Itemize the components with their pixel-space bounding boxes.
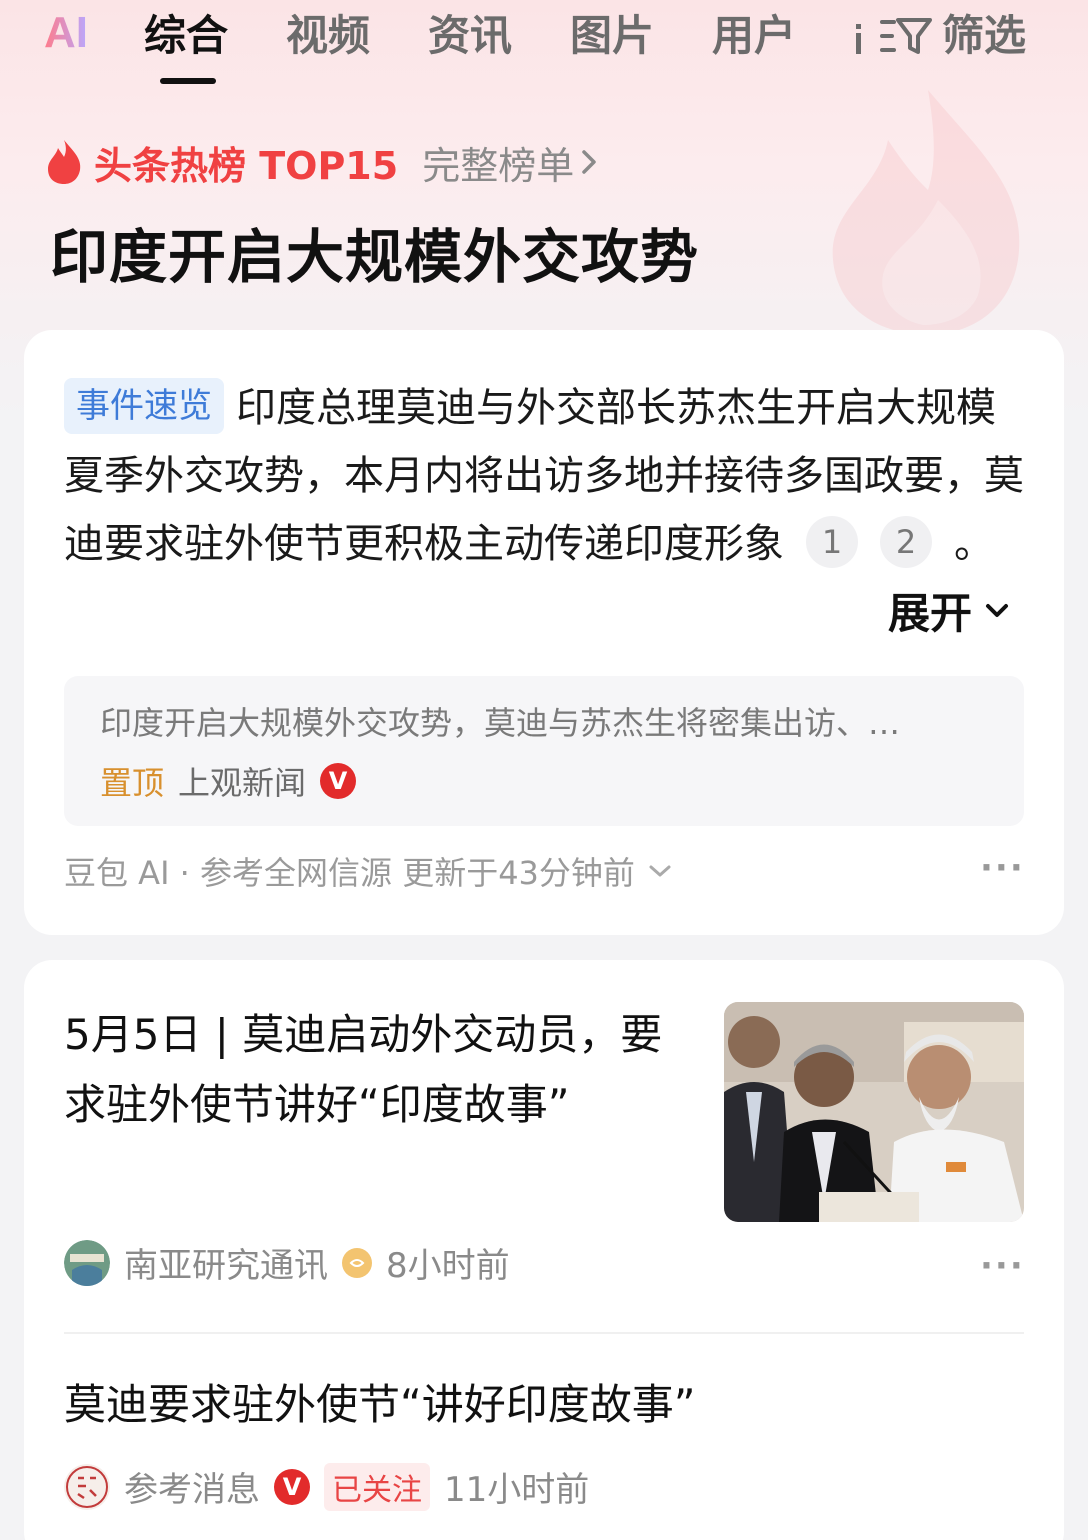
hot-list-label: 头条热榜 TOP15 — [94, 143, 399, 188]
news-source[interactable]: 南亚研究通讯 — [124, 1238, 328, 1287]
pinned-source: 上观新闻 — [178, 764, 307, 802]
summary-footer[interactable]: 豆包 AI · 参考全网信源 更新于43分钟前 — [64, 848, 675, 894]
tab-overflow-divider-icon — [856, 24, 861, 54]
source-avatar[interactable] — [64, 1239, 110, 1286]
page-title: 印度开启大规模外交攻势 — [50, 223, 700, 291]
followed-badge[interactable]: 已关注 — [324, 1462, 430, 1511]
gold-verified-icon — [342, 1247, 372, 1278]
event-summary-card: 事件速览 印度总理莫迪与外交部长苏杰生开启大规模夏季外交攻势，本月内将出访多地并接… — [24, 330, 1064, 935]
flame-decoration-icon — [832, 90, 1020, 335]
ai-tab[interactable]: AI — [44, 8, 88, 58]
pinned-article[interactable]: 印度开启大规模外交攻势，莫迪与苏杰生将密集出访、… 置顶 上观新闻 V — [64, 676, 1024, 826]
source-avatar-2[interactable] — [64, 1463, 110, 1510]
summary-source-info: 豆包 AI · 参考全网信源 更新于43分钟前 — [64, 854, 635, 892]
summary-text-block: 事件速览 印度总理莫迪与外交部长苏杰生开启大规模夏季外交攻势，本月内将出访多地并接… — [64, 374, 1024, 578]
event-overview-tag: 事件速览 — [64, 378, 224, 434]
full-list-link[interactable]: 完整榜单 — [422, 135, 604, 190]
full-list-label: 完整榜单 — [422, 143, 575, 188]
news-source-2[interactable]: 参考消息 — [124, 1462, 260, 1511]
pinned-meta: 置顶 上观新闻 V — [100, 758, 357, 804]
reference-badge-2[interactable]: 2 — [880, 516, 932, 568]
summary-end-punct: 。 — [954, 521, 994, 567]
filter-label: 筛选 — [942, 11, 1027, 60]
top-tab-bar: AI 综合 视频 资讯 图片 用户 筛选 — [0, 0, 1088, 90]
expand-button[interactable]: 展开 — [888, 580, 1012, 641]
news-title-2[interactable]: 莫迪要求驻外使节“讲好印度故事” — [64, 1370, 696, 1440]
verified-icon: V — [274, 1468, 310, 1505]
pinned-snippet: 印度开启大规模外交攻势，莫迪与苏杰生将密集出访、… — [100, 704, 901, 742]
filter-button[interactable]: 筛选 — [880, 6, 1026, 66]
pinned-tag: 置顶 — [100, 764, 165, 802]
divider — [64, 1332, 1024, 1334]
active-tab-indicator — [160, 78, 216, 84]
news-card: 5月5日 | 莫迪启动外交动员，要求驻外使节讲好“印度故事” 南亚研究通讯 8小… — [24, 960, 1064, 1540]
fire-icon — [48, 140, 81, 184]
news-meta-2: 参考消息 V 已关注 11小时前 — [64, 1462, 589, 1511]
news-meta: 南亚研究通讯 8小时前 — [64, 1238, 510, 1287]
news-title[interactable]: 5月5日 | 莫迪启动外交动员，要求驻外使节讲好“印度故事” — [64, 1000, 684, 1140]
tab-users[interactable]: 用户 — [712, 6, 796, 66]
more-options-icon[interactable]: ··· — [980, 1246, 1025, 1286]
more-options-icon[interactable]: ··· — [980, 848, 1025, 888]
news-time: 8小时前 — [386, 1246, 510, 1286]
chevron-down-icon — [649, 865, 671, 877]
hot-list-row[interactable]: 头条热榜 TOP15 完整榜单 — [44, 134, 604, 190]
tab-news[interactable]: 资讯 — [428, 6, 512, 66]
verified-icon: V — [320, 763, 357, 799]
news-thumbnail-image[interactable] — [724, 1002, 1024, 1222]
tab-video[interactable]: 视频 — [286, 6, 370, 66]
filter-icon — [880, 18, 932, 54]
chevron-right-icon — [582, 150, 596, 174]
reference-badge-1[interactable]: 1 — [806, 516, 858, 568]
tab-comprehensive[interactable]: 综合 — [144, 6, 228, 66]
news-time-2: 11小时前 — [444, 1470, 590, 1510]
expand-label: 展开 — [888, 589, 973, 638]
tab-images[interactable]: 图片 — [570, 6, 654, 66]
chevron-down-icon — [986, 603, 1009, 617]
